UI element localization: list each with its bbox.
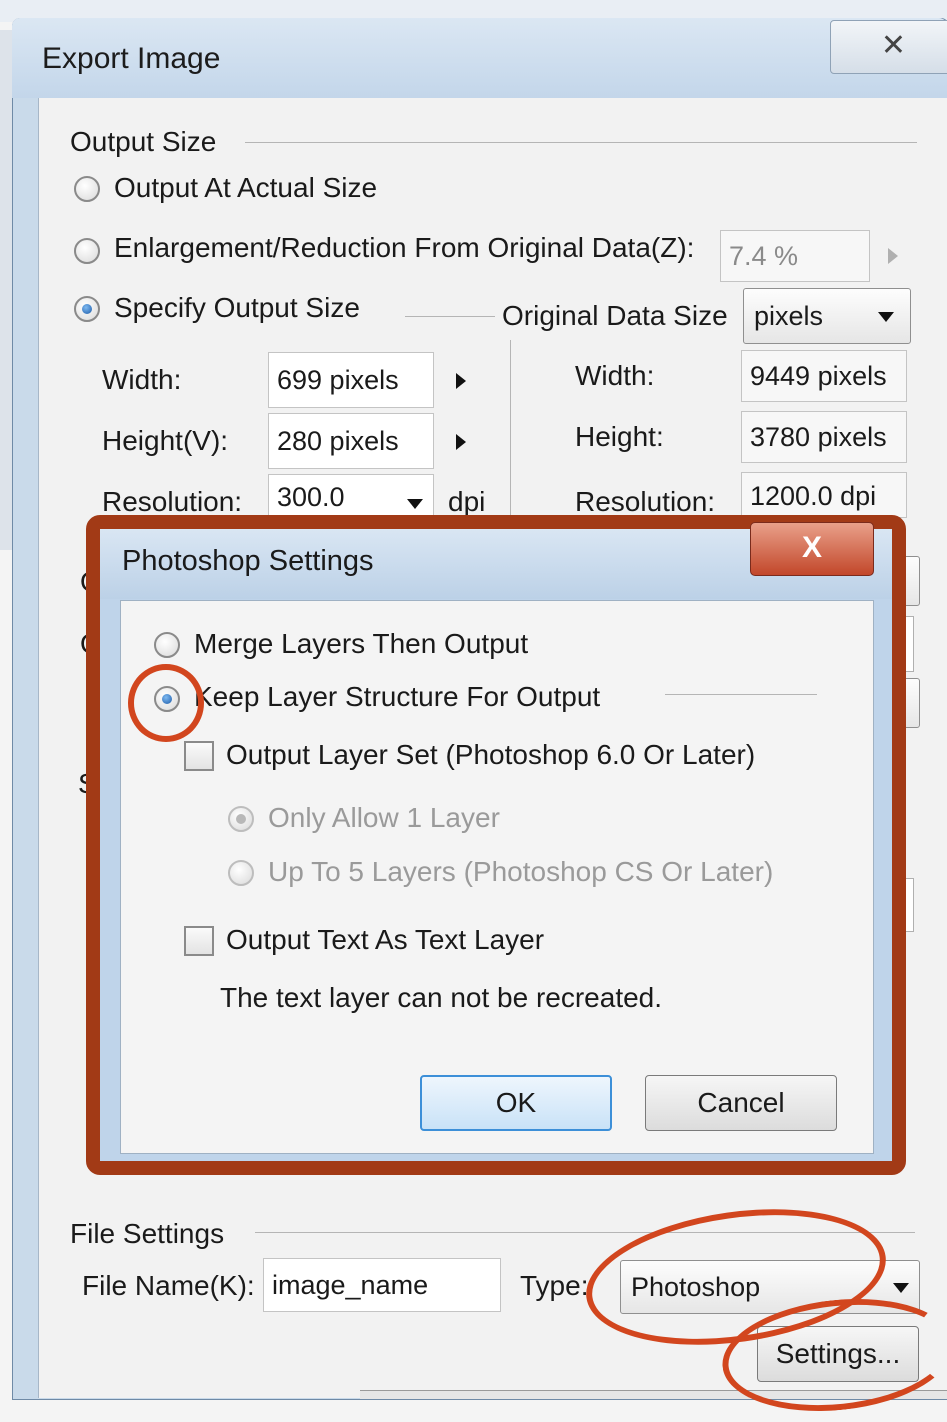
output-actual-size-radio[interactable] xyxy=(74,176,100,202)
chevron-down-icon xyxy=(893,1283,909,1293)
output-size-group-label: Output Size xyxy=(70,126,217,157)
only-allow-1-layer-radio[interactable] xyxy=(228,806,254,832)
dialog-title: Photoshop Settings xyxy=(122,545,374,577)
enlargement-spin-arrow-icon[interactable] xyxy=(888,248,898,264)
resolution-value: 300.0 xyxy=(277,482,345,512)
ok-button[interactable]: OK xyxy=(420,1075,612,1131)
output-text-layer-label: Output Text As Text Layer xyxy=(226,924,545,955)
original-width-label: Width: xyxy=(575,360,655,391)
original-height-value: 3780 pixels xyxy=(741,411,907,463)
enlargement-reduction-radio[interactable] xyxy=(74,238,100,264)
enlargement-percent-field[interactable]: 7.4 % xyxy=(720,230,870,282)
group-divider xyxy=(245,142,917,143)
height-input[interactable]: 280 pixels xyxy=(268,413,434,469)
file-name-input[interactable]: image_name xyxy=(263,1258,501,1312)
height-label: Height(V): xyxy=(102,425,229,456)
file-settings-group-label: File Settings xyxy=(70,1218,225,1249)
original-width-value: 9449 pixels xyxy=(741,350,907,402)
enlargement-reduction-label: Enlargement/Reduction From Original Data… xyxy=(114,232,695,263)
original-data-size-label: Original Data Size xyxy=(502,300,728,331)
close-icon: ✕ xyxy=(880,29,907,62)
group-divider xyxy=(665,694,817,695)
original-resolution-value: 1200.0 dpi xyxy=(741,472,907,518)
merge-layers-label: Merge Layers Then Output xyxy=(194,628,529,659)
file-name-label: File Name(K): xyxy=(82,1270,255,1301)
close-button[interactable]: ✕ xyxy=(830,20,947,74)
specify-output-size-label: Specify Output Size xyxy=(114,292,360,323)
text-layer-note: The text layer can not be recreated. xyxy=(220,982,663,1013)
output-layer-set-label: Output Layer Set (Photoshop 6.0 Or Later… xyxy=(226,739,756,770)
close-icon: X xyxy=(801,531,822,564)
output-actual-size-label: Output At Actual Size xyxy=(114,172,378,203)
resolution-label: Resolution: xyxy=(102,486,243,517)
resolution-select[interactable]: 300.0 xyxy=(268,474,434,518)
up-to-5-layers-label: Up To 5 Layers (Photoshop CS Or Later) xyxy=(268,856,774,887)
annotation-circle xyxy=(128,664,204,742)
output-layer-set-checkbox[interactable] xyxy=(184,741,214,771)
resolution-unit-label: dpi xyxy=(448,486,486,517)
vertical-divider xyxy=(510,340,511,516)
up-to-5-layers-radio[interactable] xyxy=(228,860,254,886)
chevron-down-icon xyxy=(407,499,423,509)
dialog-title: Export Image xyxy=(42,42,221,75)
output-text-layer-checkbox[interactable] xyxy=(184,926,214,956)
height-spin-arrow-icon[interactable] xyxy=(456,434,466,450)
width-input[interactable]: 699 pixels xyxy=(268,352,434,408)
chevron-down-icon xyxy=(878,312,894,322)
group-divider xyxy=(405,316,495,317)
width-label: Width: xyxy=(102,364,182,395)
close-button[interactable]: X xyxy=(750,522,874,576)
keep-layer-structure-label: Keep Layer Structure For Output xyxy=(194,681,601,712)
unit-select[interactable]: pixels xyxy=(743,288,911,344)
width-spin-arrow-icon[interactable] xyxy=(456,373,466,389)
original-height-label: Height: xyxy=(575,421,664,452)
original-resolution-label: Resolution: xyxy=(575,486,716,517)
background-app-edge xyxy=(0,30,12,550)
type-label: Type: xyxy=(520,1270,589,1301)
cancel-button[interactable]: Cancel xyxy=(645,1075,837,1131)
unit-select-value: pixels xyxy=(754,301,824,331)
only-allow-1-layer-label: Only Allow 1 Layer xyxy=(268,802,500,833)
merge-layers-radio[interactable] xyxy=(154,632,180,658)
specify-output-size-radio[interactable] xyxy=(74,296,100,322)
